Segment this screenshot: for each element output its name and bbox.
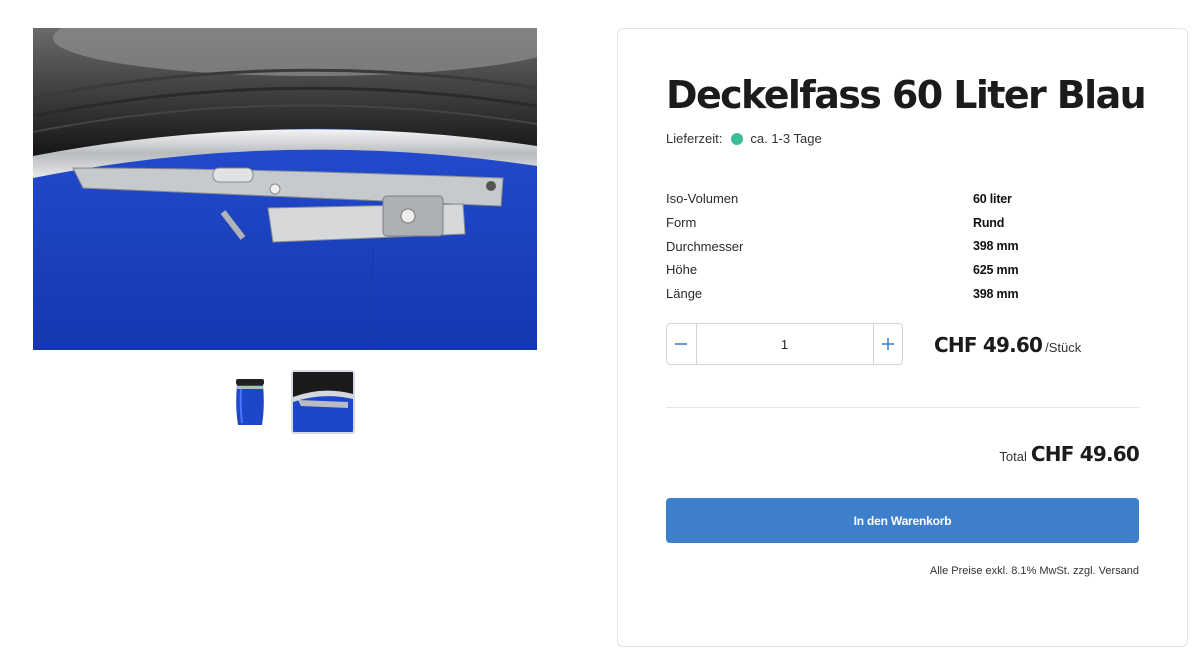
unit-price: CHF 49.60 /Stück [934, 333, 1081, 357]
vat-note: Alle Preise exkl. 8.1% MwSt. zzgl. Versa… [929, 565, 1139, 577]
spec-value: 398 mm [973, 286, 1019, 301]
quantity-input[interactable] [696, 324, 873, 364]
thumbnail-lid-closeup[interactable] [291, 370, 355, 434]
spec-row-form: Form Rund [666, 211, 1086, 235]
quantity-decrease-button[interactable] [667, 324, 697, 364]
spec-label: Form [666, 215, 697, 231]
spec-row-laenge: Länge 398 mm [666, 282, 1086, 306]
product-title: Deckelfass 60 Liter Blau [666, 73, 1147, 117]
barrel-lid-clamp-photo [33, 28, 537, 350]
total-label: Total [999, 449, 1027, 464]
spec-table: Iso-Volumen 60 liter Form Rund Durchmess… [666, 187, 1086, 305]
divider [666, 407, 1139, 408]
unit-price-suffix: /Stück [1045, 340, 1082, 355]
delivery-value: ca. 1-3 Tage [750, 131, 822, 146]
product-buy-box: Deckelfass 60 Liter Blau Lieferzeit: ca.… [617, 28, 1188, 647]
lid-closeup-thumbnail-image [293, 372, 353, 432]
add-to-cart-button[interactable]: In den Warenkorb [666, 498, 1139, 543]
spec-row-hoehe: Höhe 625 mm [666, 258, 1086, 282]
spec-value: 625 mm [973, 262, 1019, 277]
spec-label: Länge [666, 286, 703, 302]
quantity-stepper [666, 323, 903, 365]
plus-icon [881, 338, 894, 350]
main-product-image[interactable] [33, 28, 537, 350]
spec-row-durchmesser: Durchmesser 398 mm [666, 234, 1086, 258]
total-price: Total CHF 49.60 [999, 442, 1139, 466]
unit-price-amount: CHF 49.60 [934, 333, 1043, 357]
spec-value: 398 mm [973, 239, 1019, 254]
total-amount: CHF 49.60 [1030, 442, 1140, 466]
delivery-label: Lieferzeit: [666, 131, 723, 146]
thumbnail-barrel-full[interactable] [225, 370, 275, 434]
spec-label: Durchmesser [666, 238, 744, 254]
delivery-status-dot-icon [731, 132, 744, 145]
spec-label: Höhe [666, 262, 698, 278]
spec-label: Iso-Volumen [666, 191, 739, 207]
spec-row-iso-volumen: Iso-Volumen 60 liter [666, 187, 1086, 211]
delivery-time: Lieferzeit: ca. 1-3 Tage [666, 131, 822, 146]
spec-value: 60 liter [973, 191, 1012, 206]
quantity-increase-button[interactable] [872, 324, 903, 364]
spec-value: Rund [973, 215, 1005, 230]
barrel-full-thumbnail-image [236, 379, 264, 425]
minus-icon [675, 343, 688, 345]
thumbnail-strip [225, 370, 355, 434]
